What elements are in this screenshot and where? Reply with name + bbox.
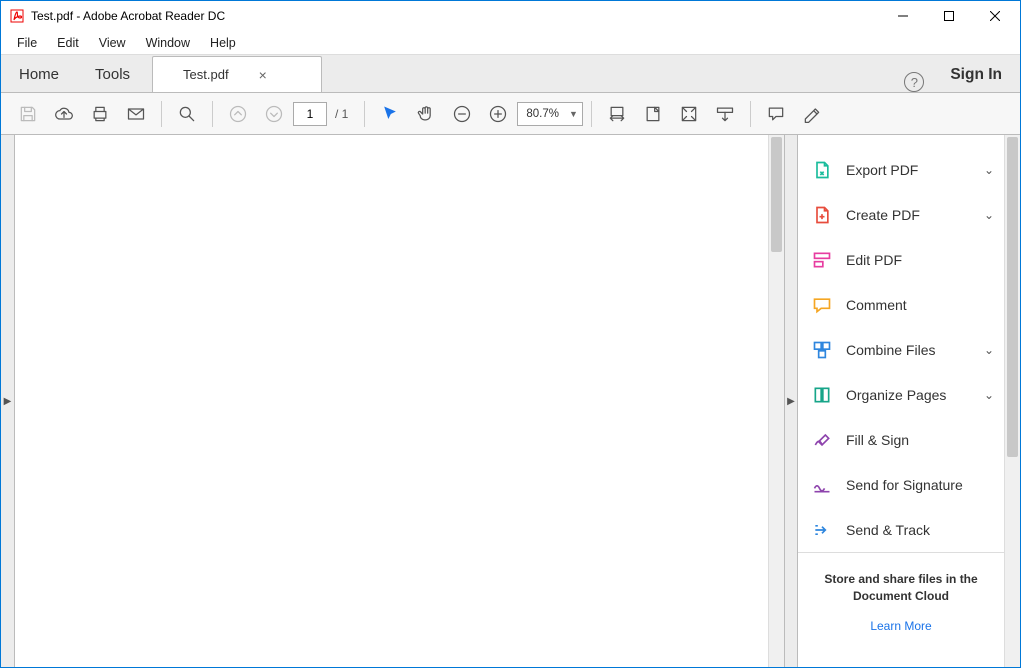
edit-pdf-icon bbox=[812, 250, 832, 270]
selection-tool-icon[interactable] bbox=[373, 97, 407, 131]
page-down-icon[interactable] bbox=[257, 97, 291, 131]
learn-more-link[interactable]: Learn More bbox=[810, 619, 992, 633]
zoom-out-icon[interactable] bbox=[445, 97, 479, 131]
tab-home[interactable]: Home bbox=[1, 57, 77, 92]
toolbar: / 1 80.7% ▼ bbox=[1, 93, 1020, 135]
page-number-input[interactable] bbox=[293, 102, 327, 126]
zoom-value: 80.7% bbox=[526, 108, 559, 120]
tab-close-icon[interactable]: × bbox=[259, 67, 267, 83]
caret-down-icon: ▼ bbox=[569, 109, 578, 119]
close-button[interactable] bbox=[972, 1, 1018, 31]
tool-label: Edit PDF bbox=[846, 252, 994, 268]
menu-file[interactable]: File bbox=[7, 34, 47, 52]
chevron-down-icon: ⌄ bbox=[984, 163, 994, 177]
send-signature-icon bbox=[812, 475, 832, 495]
chevron-right-icon: ▶ bbox=[4, 396, 12, 407]
left-panel-toggle[interactable]: ▶ bbox=[1, 135, 15, 667]
menu-edit[interactable]: Edit bbox=[47, 34, 89, 52]
hand-tool-icon[interactable] bbox=[409, 97, 443, 131]
organize-pages-icon bbox=[812, 385, 832, 405]
export-pdf-icon bbox=[812, 160, 832, 180]
maximize-button[interactable] bbox=[926, 1, 972, 31]
scrollbar-thumb[interactable] bbox=[1007, 137, 1018, 457]
document-scrollbar[interactable] bbox=[768, 135, 784, 667]
tool-label: Comment bbox=[846, 297, 994, 313]
document-page[interactable] bbox=[15, 135, 768, 667]
tool-export-pdf[interactable]: Export PDF ⌄ bbox=[798, 147, 1004, 192]
main-area: ▶ ▶ Export PDF ⌄ Create PDF ⌄ Edit PDF C… bbox=[1, 135, 1020, 667]
separator bbox=[212, 101, 213, 127]
menu-bar: File Edit View Window Help bbox=[1, 31, 1020, 55]
menu-help[interactable]: Help bbox=[200, 34, 246, 52]
scrollbar-thumb[interactable] bbox=[771, 137, 782, 252]
acrobat-icon bbox=[9, 8, 25, 24]
footer-text: Store and share files in the Document Cl… bbox=[810, 571, 992, 605]
tool-label: Send for Signature bbox=[846, 477, 994, 493]
tool-edit-pdf[interactable]: Edit PDF bbox=[798, 237, 1004, 282]
tool-fill-sign[interactable]: Fill & Sign bbox=[798, 417, 1004, 462]
tool-label: Export PDF bbox=[846, 162, 970, 178]
tool-label: Combine Files bbox=[846, 342, 970, 358]
tab-document[interactable]: Test.pdf × bbox=[152, 56, 322, 92]
comment-icon[interactable] bbox=[759, 97, 793, 131]
tab-tools[interactable]: Tools bbox=[77, 57, 148, 92]
send-track-icon bbox=[812, 520, 832, 540]
page-up-icon[interactable] bbox=[221, 97, 255, 131]
tool-send-signature[interactable]: Send for Signature bbox=[798, 462, 1004, 507]
tool-label: Fill & Sign bbox=[846, 432, 994, 448]
separator bbox=[591, 101, 592, 127]
help-icon[interactable]: ? bbox=[904, 72, 924, 92]
search-icon[interactable] bbox=[170, 97, 204, 131]
combine-files-icon bbox=[812, 340, 832, 360]
cloud-upload-icon[interactable] bbox=[47, 97, 81, 131]
panel-scrollbar[interactable] bbox=[1004, 135, 1020, 667]
separator bbox=[161, 101, 162, 127]
page-total: / 1 bbox=[335, 107, 348, 121]
chevron-down-icon: ⌄ bbox=[984, 388, 994, 402]
zoom-select[interactable]: 80.7% ▼ bbox=[517, 102, 583, 126]
tool-create-pdf[interactable]: Create PDF ⌄ bbox=[798, 192, 1004, 237]
email-icon[interactable] bbox=[119, 97, 153, 131]
document-area bbox=[15, 135, 784, 667]
read-mode-icon[interactable] bbox=[708, 97, 742, 131]
fullscreen-icon[interactable] bbox=[672, 97, 706, 131]
separator bbox=[750, 101, 751, 127]
create-pdf-icon bbox=[812, 205, 832, 225]
window-title: Test.pdf - Adobe Acrobat Reader DC bbox=[31, 9, 225, 23]
minimize-button[interactable] bbox=[880, 1, 926, 31]
menu-window[interactable]: Window bbox=[136, 34, 200, 52]
highlight-icon[interactable] bbox=[795, 97, 829, 131]
chevron-down-icon: ⌄ bbox=[984, 343, 994, 357]
print-icon[interactable] bbox=[83, 97, 117, 131]
save-icon[interactable] bbox=[11, 97, 45, 131]
tool-send-track[interactable]: Send & Track bbox=[798, 507, 1004, 552]
menu-view[interactable]: View bbox=[89, 34, 136, 52]
tool-organize-pages[interactable]: Organize Pages ⌄ bbox=[798, 372, 1004, 417]
tab-row: Home Tools Test.pdf × ? Sign In bbox=[1, 55, 1020, 93]
title-bar: Test.pdf - Adobe Acrobat Reader DC bbox=[1, 1, 1020, 31]
fit-width-icon[interactable] bbox=[600, 97, 634, 131]
tool-combine-files[interactable]: Combine Files ⌄ bbox=[798, 327, 1004, 372]
tools-panel: Export PDF ⌄ Create PDF ⌄ Edit PDF Comme… bbox=[798, 135, 1020, 667]
right-panel-toggle[interactable]: ▶ bbox=[784, 135, 798, 667]
cloud-footer: Store and share files in the Document Cl… bbox=[798, 552, 1004, 643]
zoom-in-icon[interactable] bbox=[481, 97, 515, 131]
comment-tool-icon bbox=[812, 295, 832, 315]
fit-page-icon[interactable] bbox=[636, 97, 670, 131]
chevron-down-icon: ⌄ bbox=[984, 208, 994, 222]
tool-label: Send & Track bbox=[846, 522, 994, 538]
tool-comment[interactable]: Comment bbox=[798, 282, 1004, 327]
separator bbox=[364, 101, 365, 127]
tool-label: Organize Pages bbox=[846, 387, 970, 403]
tool-label: Create PDF bbox=[846, 207, 970, 223]
chevron-right-icon: ▶ bbox=[787, 396, 795, 407]
fill-sign-icon bbox=[812, 430, 832, 450]
signin-button[interactable]: Sign In bbox=[942, 58, 1020, 92]
tab-document-label: Test.pdf bbox=[183, 67, 229, 82]
